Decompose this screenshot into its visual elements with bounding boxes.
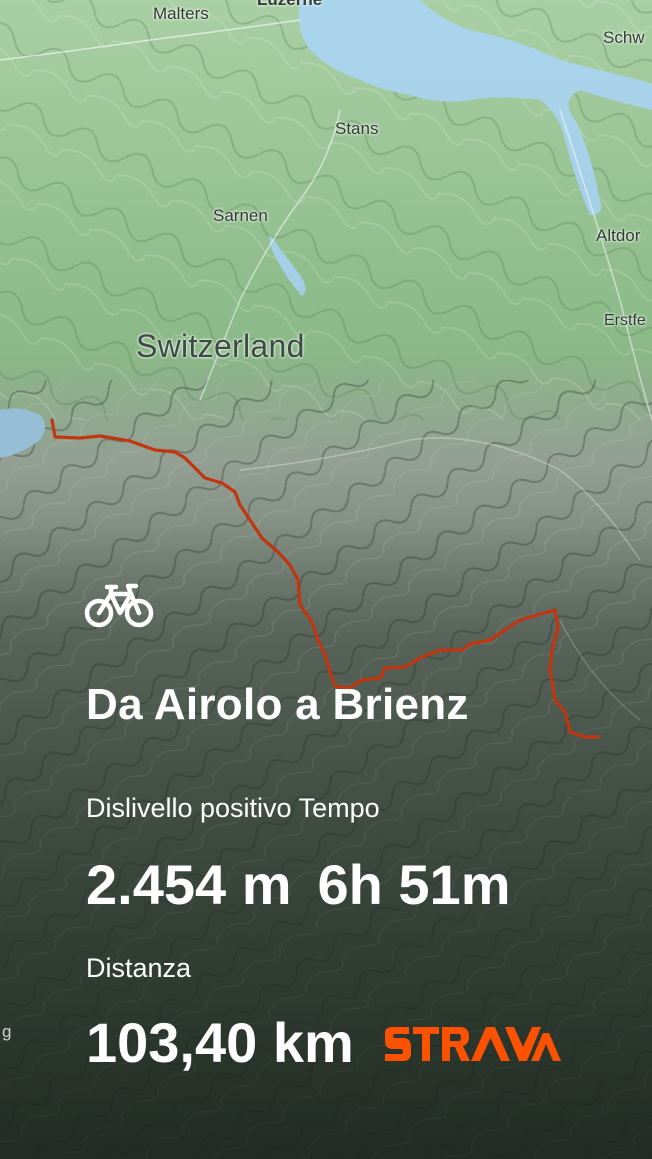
stats-values: 2.454 m 6h 51m — [86, 852, 511, 917]
map-label-malters: Malters — [153, 4, 209, 23]
stats-labels: Dislivello positivo Tempo — [86, 793, 380, 823]
map-background[interactable] — [0, 0, 652, 1159]
map-label-stans: Stans — [335, 119, 379, 138]
distance-label: Distanza — [86, 953, 192, 983]
bike-icon — [84, 583, 154, 628]
map-label-erstfeld: Erstfe — [604, 312, 646, 329]
elevation-gain-value: 2.454 m — [86, 853, 292, 916]
strava-logo — [385, 1027, 561, 1061]
map-label-altdorf: Altdor — [596, 226, 641, 245]
map-label-sarnen: Sarnen — [213, 206, 268, 225]
map-label-country: Switzerland — [136, 328, 305, 364]
map-label-schwyz: Schw — [603, 28, 645, 47]
map-label-luzern: Luzerne — [257, 0, 322, 10]
distance-value: 103,40 km — [86, 1011, 354, 1074]
moving-time-value: 6h 51m — [317, 853, 511, 916]
activity-title: Da Airolo a Brienz — [86, 680, 469, 729]
map-label-edge: g — [2, 1022, 12, 1041]
